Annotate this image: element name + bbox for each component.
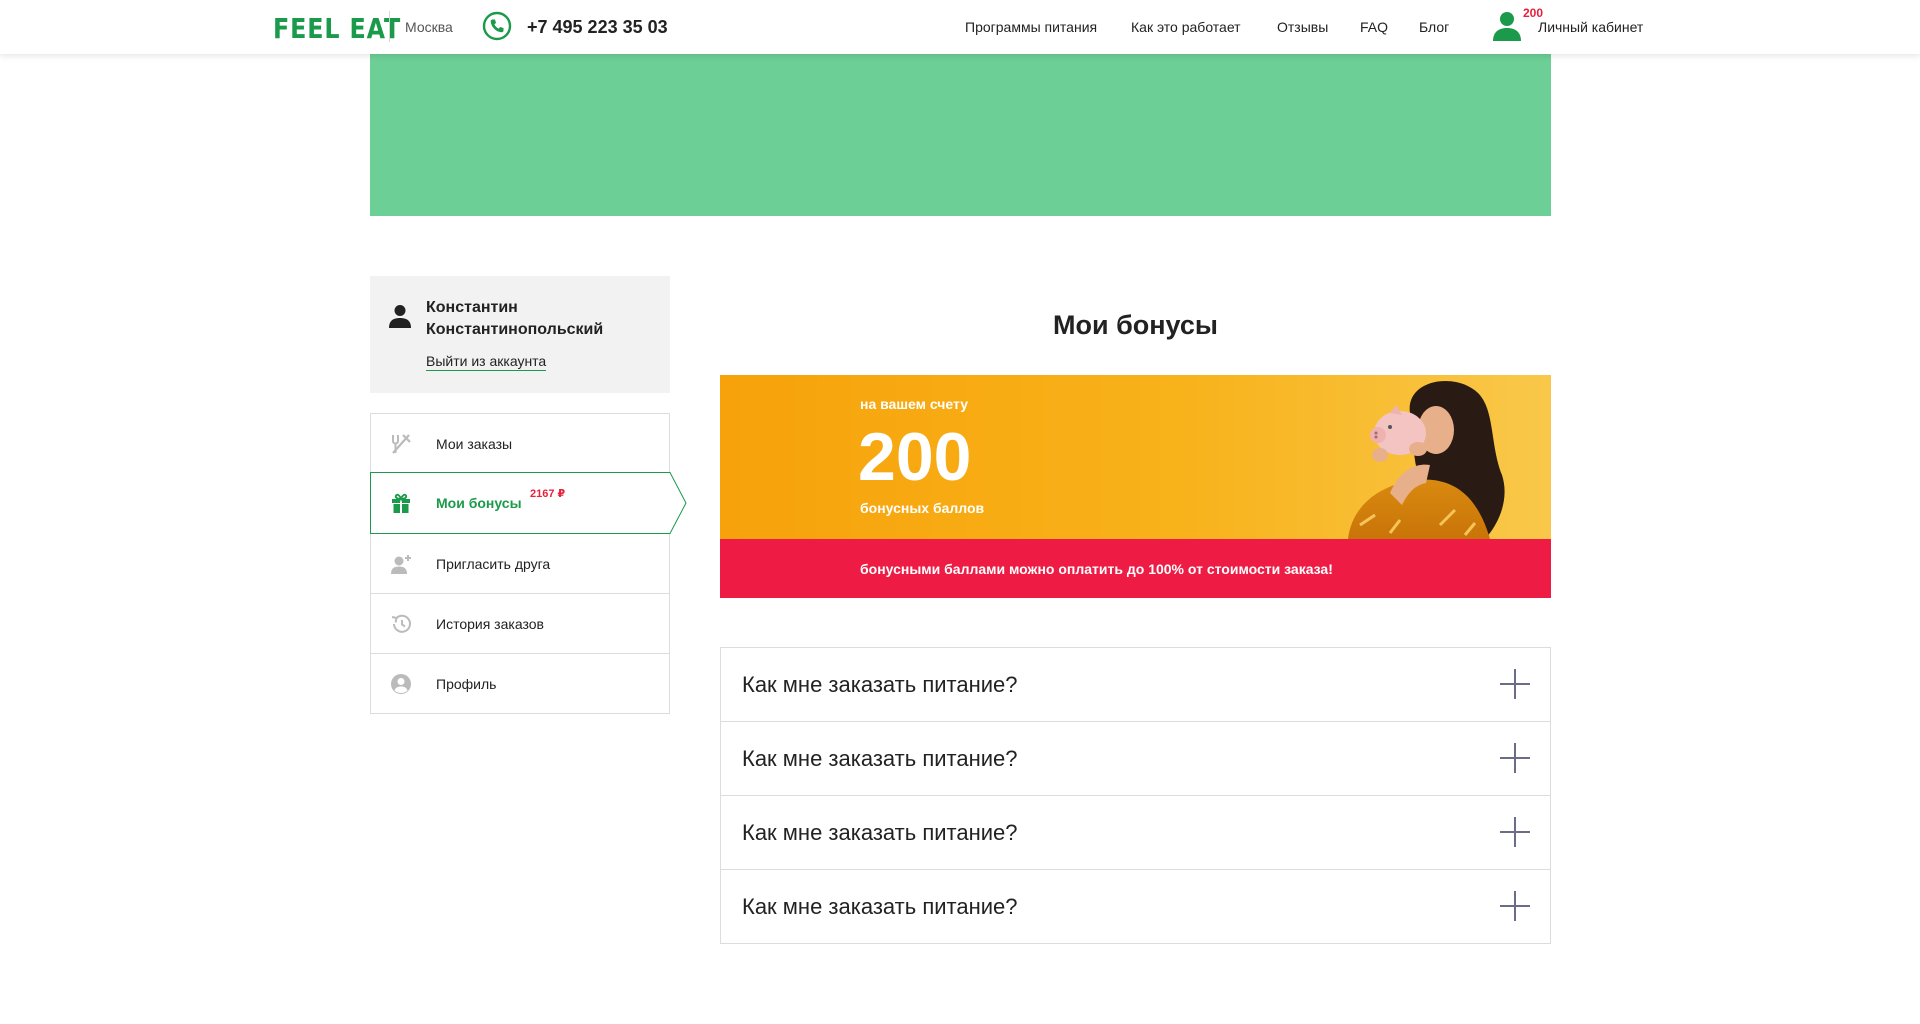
sidebar-item-profile[interactable]: Профиль [370,654,670,714]
user-icon [389,305,411,328]
nav-how-it-works[interactable]: Как это работает [1131,19,1241,35]
active-indicator-arrow [669,472,687,534]
cabinet-bonus-badge: 200 [1523,6,1544,20]
nav-reviews[interactable]: Отзывы [1277,19,1328,35]
plus-icon[interactable] [1500,669,1530,699]
sidebar-item-label: Профиль [436,676,497,692]
bonus-balance-panel: на вашем счету 200 бонусных баллов [720,375,1551,539]
nav-faq[interactable]: FAQ [1360,19,1388,35]
phone-number[interactable]: +7 495 223 35 03 [527,17,668,38]
plus-icon[interactable] [1500,817,1530,847]
profile-icon [391,674,411,694]
faq-item[interactable]: Как мне заказать питание? [720,870,1551,944]
promo-banner [370,54,1551,216]
personal-cabinet-link[interactable]: Личный кабинет [1538,19,1643,35]
bonus-unit: бонусных баллов [860,500,985,516]
faq-item[interactable]: Как мне заказать питание? [720,647,1551,722]
bonus-card: на вашем счету 200 бонусных баллов бонус… [720,375,1551,598]
faq-question: Как мне заказать питание? [742,894,1018,919]
logo[interactable]: FEEL EAT [273,12,401,45]
user-name: Константин Константинопольский [426,299,604,338]
page-title: Мои бонусы [1053,310,1218,340]
faq-item[interactable]: Как мне заказать питание? [720,796,1551,870]
sidebar-item-history[interactable]: История заказов [370,594,670,654]
faq-item[interactable]: Как мне заказать питание? [720,722,1551,796]
logo-divider [389,11,390,42]
faq-question: Как мне заказать питание? [742,820,1018,845]
account-menu: Мои заказы Мои бонусы 2167 ₽ Пригласить … [370,413,687,714]
bonus-amount-badge: 2167 ₽ [530,488,566,500]
city-selector[interactable]: Москва [405,19,453,35]
bonus-info-strip: бонусными баллами можно оплатить до 100%… [720,539,1551,598]
cutlery-icon [392,434,411,454]
woman-with-piggy-bank-image [1348,380,1505,539]
sidebar-item-label: Пригласить друга [436,556,551,572]
faq-accordion: Как мне заказать питание? Как мне заказа… [720,647,1551,944]
sidebar-item-invite[interactable]: Пригласить друга [370,534,670,594]
sidebar-item-label: Мои заказы [436,436,513,452]
bonus-note: бонусными баллами можно оплатить до 100%… [860,561,1333,577]
faq-question: Как мне заказать питание? [742,746,1018,771]
add-user-icon [391,555,411,574]
gift-icon [392,493,410,513]
sidebar-item-label: Мои бонусы [436,495,522,511]
user-card: Константин Константинопольский Выйти из … [370,276,670,393]
faq-question: Как мне заказать питание? [742,672,1018,697]
plus-icon[interactable] [1500,891,1530,921]
phone-icon[interactable] [482,11,512,41]
sidebar-item-bonuses[interactable]: Мои бонусы 2167 ₽ [370,472,687,534]
bonus-value: 200 [858,419,972,495]
logout-link[interactable]: Выйти из аккаунта [426,353,547,371]
nav-blog[interactable]: Блог [1419,19,1449,35]
plus-icon[interactable] [1500,743,1530,773]
sidebar-item-orders[interactable]: Мои заказы [370,413,670,473]
nav-programs[interactable]: Программы питания [965,19,1097,35]
bonus-caption: на вашем счету [860,396,969,412]
sidebar-item-label: История заказов [436,616,544,632]
history-icon [391,614,411,633]
site-header: FEEL EAT Москва +7 495 223 35 03 Програм… [0,0,1920,54]
user-icon[interactable] [1490,8,1524,42]
